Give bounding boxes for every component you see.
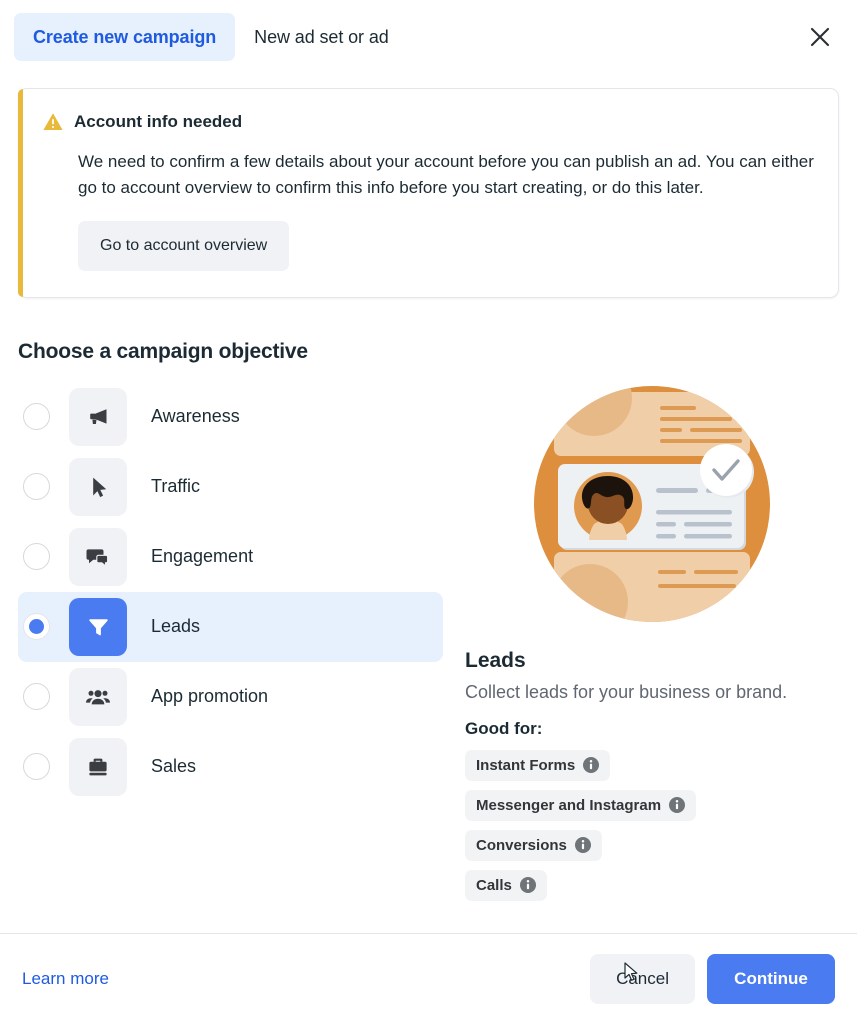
go-to-account-overview-button[interactable]: Go to account overview	[78, 220, 290, 271]
briefcase-icon	[69, 737, 127, 796]
chip-calls[interactable]: Calls	[465, 869, 547, 901]
dialog-body: Account info needed We need to confirm a…	[0, 74, 857, 933]
chip-instant-forms-label: Instant Forms	[476, 756, 576, 774]
info-icon[interactable]	[583, 757, 600, 774]
info-icon[interactable]	[519, 877, 536, 894]
chip-row: Conversions	[465, 829, 839, 870]
objective-label-awareness: Awareness	[151, 406, 240, 427]
create-campaign-dialog: Create new campaign New ad set or ad Acc…	[0, 0, 857, 1024]
objective-list: Awareness Traffic Engagement Leads App p…	[18, 382, 443, 910]
radio-leads[interactable]	[23, 613, 50, 641]
alert-body-text: We need to confirm a few details about y…	[78, 152, 814, 197]
dialog-footer: Learn more Cancel Continue	[0, 933, 857, 1024]
tab-new-ad-set-or-ad[interactable]: New ad set or ad	[235, 13, 407, 61]
objective-detail-panel: Leads Collect leads for your business or…	[453, 382, 839, 910]
objective-row-traffic[interactable]: Traffic	[18, 452, 443, 522]
info-icon[interactable]	[669, 797, 686, 814]
objective-row-leads[interactable]: Leads	[18, 591, 443, 662]
objective-row-app-promotion[interactable]: App promotion	[18, 662, 443, 732]
objective-columns: Awareness Traffic Engagement Leads App p…	[18, 382, 839, 910]
dialog-header: Create new campaign New ad set or ad	[0, 0, 857, 74]
objective-label-engagement: Engagement	[151, 546, 254, 567]
chat-bubbles-icon	[69, 527, 127, 586]
objective-label-sales: Sales	[151, 756, 197, 777]
chip-row: Calls	[465, 869, 839, 910]
objective-row-sales[interactable]: Sales	[18, 732, 443, 802]
chip-conversions-label: Conversions	[476, 836, 567, 854]
objective-row-awareness[interactable]: Awareness	[18, 382, 443, 452]
objective-row-engagement[interactable]: Engagement	[18, 522, 443, 592]
close-icon	[809, 26, 831, 48]
objective-label-leads: Leads	[151, 616, 201, 637]
footer-actions: Cancel Continue	[590, 954, 835, 1004]
tab-new-ad-set-or-ad-label: New ad set or ad	[254, 26, 389, 47]
detail-description: Collect leads for your business or brand…	[465, 681, 788, 702]
radio-leads-dot	[29, 619, 44, 635]
chip-calls-label: Calls	[476, 876, 512, 894]
alert-title: Account info needed	[74, 112, 243, 131]
alert-title-row: Account info needed	[43, 111, 814, 133]
objective-label-traffic: Traffic	[151, 476, 201, 497]
continue-button[interactable]: Continue	[707, 954, 835, 1004]
chip-messenger-and-instagram-label: Messenger and Instagram	[476, 796, 662, 814]
radio-app-promotion[interactable]	[23, 683, 50, 711]
learn-more-link[interactable]: Learn more	[22, 969, 109, 989]
people-group-icon	[69, 667, 127, 726]
warning-triangle-icon	[42, 111, 64, 133]
radio-engagement[interactable]	[23, 543, 50, 571]
lead-card-illustration	[532, 384, 772, 629]
tab-create-new-campaign-label: Create new campaign	[33, 26, 217, 47]
page-title: Choose a campaign objective	[18, 339, 308, 363]
objective-label-app-promotion: App promotion	[151, 686, 269, 707]
megaphone-icon	[69, 387, 127, 446]
cursor-arrow-icon	[69, 457, 127, 516]
detail-title: Leads	[465, 648, 526, 672]
radio-sales[interactable]	[23, 753, 50, 781]
chip-instant-forms[interactable]: Instant Forms	[465, 749, 611, 781]
illustration-wrapper	[465, 384, 839, 629]
chip-conversions[interactable]: Conversions	[465, 829, 602, 861]
funnel-icon	[69, 597, 127, 656]
good-for-label: Good for:	[465, 718, 543, 738]
chip-row: Instant Forms	[465, 749, 839, 790]
chip-row: Messenger and Instagram	[465, 789, 839, 830]
account-info-alert: Account info needed We need to confirm a…	[18, 88, 839, 298]
radio-awareness[interactable]	[23, 403, 50, 431]
tab-create-new-campaign[interactable]: Create new campaign	[14, 13, 236, 61]
close-button[interactable]	[801, 18, 839, 56]
info-icon[interactable]	[574, 837, 591, 854]
good-for-chip-list: Instant Forms Messenger and Instagram Co…	[465, 749, 839, 910]
radio-traffic[interactable]	[23, 473, 50, 501]
cancel-button[interactable]: Cancel	[590, 954, 695, 1004]
chip-messenger-and-instagram[interactable]: Messenger and Instagram	[465, 789, 697, 821]
